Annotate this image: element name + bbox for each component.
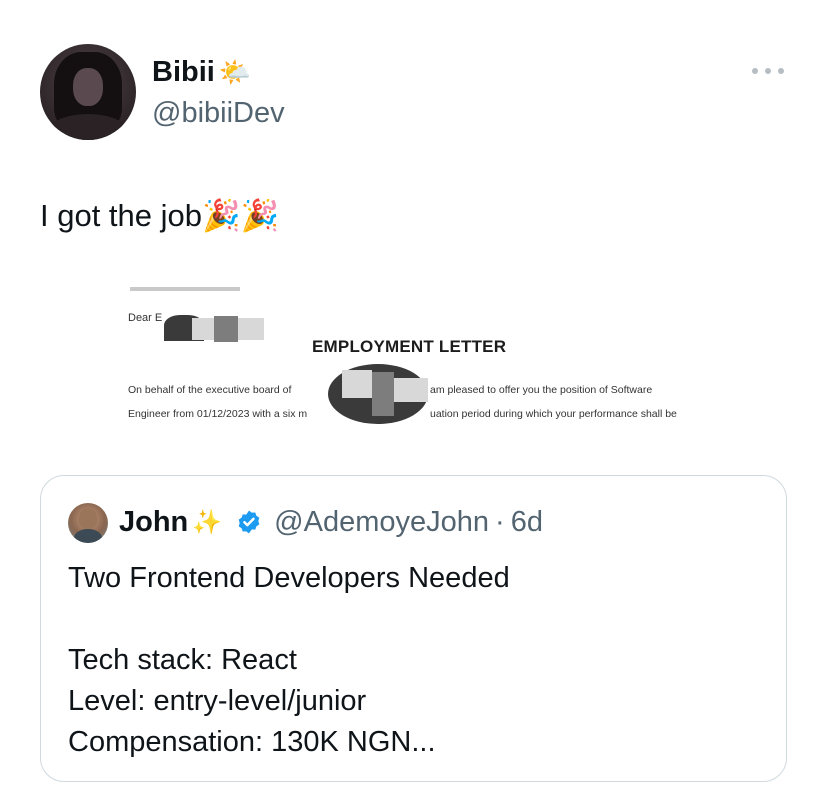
doc-line-1-left: On behalf of the executive board of bbox=[128, 384, 292, 396]
redaction-blot bbox=[394, 378, 428, 402]
avatar-face bbox=[73, 68, 103, 106]
separator-dot: · bbox=[495, 505, 505, 538]
redaction-blot bbox=[238, 318, 264, 340]
redaction-blot bbox=[342, 370, 372, 398]
verified-badge-icon bbox=[238, 510, 260, 534]
quoted-line: Two Frontend Developers Needed bbox=[68, 562, 510, 594]
quoted-tweet-card[interactable]: John ✨ @AdemoyeJohn · 6d Two Frontend De… bbox=[40, 475, 787, 782]
more-dot bbox=[765, 68, 771, 74]
quoted-line: Tech stack: React bbox=[68, 644, 297, 676]
quoted-timestamp: 6d bbox=[510, 506, 543, 538]
doc-line-1-right: am pleased to offer you the position of … bbox=[430, 384, 653, 396]
doc-heading: EMPLOYMENT LETTER bbox=[312, 337, 507, 356]
more-options-icon[interactable] bbox=[752, 62, 784, 80]
tweet-media-image[interactable]: Dear E EMPLOYMENT LETTER On behalf of th… bbox=[110, 282, 720, 432]
sun-cloud-emoji-icon: 🌤️ bbox=[218, 57, 252, 87]
quoted-header: John ✨ @AdemoyeJohn · 6d bbox=[119, 504, 543, 540]
tweet-text-content: I got the job bbox=[40, 198, 203, 233]
author-name-row: Bibii 🌤️ bbox=[152, 56, 251, 88]
redaction-blot bbox=[372, 372, 394, 416]
author-avatar[interactable] bbox=[40, 44, 136, 140]
party-popper-icon: 🎉🎉 bbox=[202, 198, 280, 233]
quoted-tweet-body: Two Frontend Developers Needed Tech stac… bbox=[68, 558, 510, 763]
sparkle-emoji-icon: ✨ bbox=[192, 508, 223, 536]
doc-line-2-right: uation period during which your performa… bbox=[430, 408, 677, 420]
doc-dear: Dear E bbox=[128, 312, 163, 324]
quoted-author-name: John bbox=[119, 506, 189, 538]
quoted-line: Level: entry-level/junior bbox=[68, 685, 367, 717]
more-dot bbox=[778, 68, 784, 74]
redaction-blot bbox=[192, 318, 214, 340]
quoted-line: Compensation: 130K NGN... bbox=[68, 726, 436, 758]
author-display-name[interactable]: Bibii bbox=[152, 56, 215, 88]
tweet-text: I got the job🎉🎉 bbox=[40, 196, 279, 236]
author-handle[interactable]: @bibiiDev bbox=[152, 96, 285, 130]
quoted-author-handle: @AdemoyeJohn bbox=[274, 506, 490, 538]
more-dot bbox=[752, 68, 758, 74]
quoted-author-avatar bbox=[68, 503, 108, 543]
doc-line-2-left: Engineer from 01/12/2023 with a six m bbox=[128, 408, 308, 420]
redaction-blot bbox=[214, 316, 238, 342]
